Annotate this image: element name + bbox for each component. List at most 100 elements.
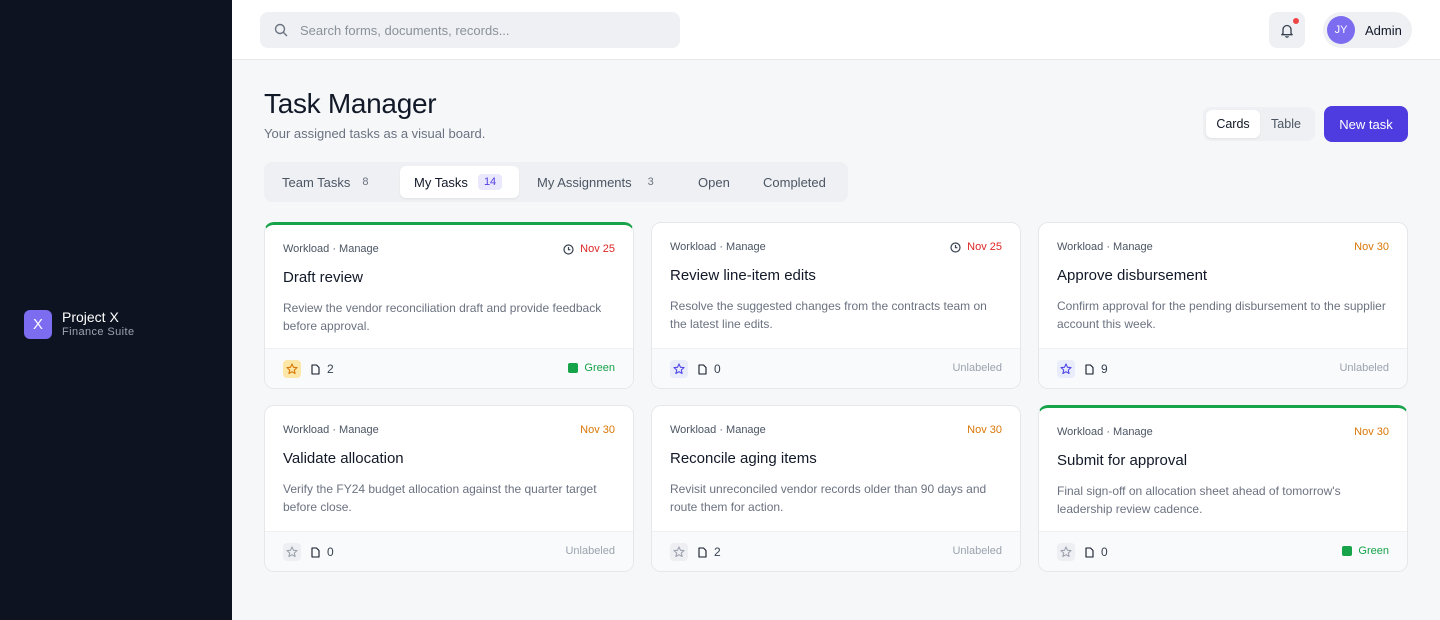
tab-team-tasks[interactable]: Team Tasks 8 [268, 166, 387, 198]
due-date: Nov 30 [1354, 426, 1389, 438]
attachment-count: 0 [1101, 545, 1108, 559]
attachment-count: 2 [327, 362, 334, 376]
document-icon [311, 546, 320, 558]
due-date-text: Nov 30 [1354, 241, 1389, 253]
attachments: 2 [698, 545, 721, 559]
tab-my-tasks[interactable]: My Tasks 14 [400, 166, 519, 198]
notification-dot [1292, 17, 1300, 25]
brand-name: Project X [62, 309, 119, 325]
task-card[interactable]: Workload · Manage Nov 30 Submit for appr… [1038, 405, 1408, 572]
document-icon [698, 363, 707, 375]
attachments: 0 [1085, 545, 1108, 559]
due-date-text: Nov 30 [1354, 426, 1389, 438]
label-text: Unlabeled [1339, 362, 1389, 374]
new-task-button[interactable]: New task [1324, 106, 1408, 142]
tab-open[interactable]: Open [684, 166, 748, 198]
tab-count: 14 [477, 174, 503, 190]
view-toggle: Cards Table [1203, 107, 1315, 141]
label-text: Unlabeled [565, 545, 615, 557]
card-label: Green [1342, 545, 1389, 557]
attachments: 9 [1085, 362, 1108, 376]
attachment-count: 9 [1101, 362, 1108, 376]
star-button[interactable] [1057, 543, 1075, 561]
task-card[interactable]: Workload · Manage Nov 25 Draft review Re… [264, 222, 634, 389]
card-description: Final sign-off on allocation sheet ahead… [1057, 484, 1341, 516]
task-card[interactable]: Workload · Manage Nov 30 Reconcile aging… [651, 405, 1021, 572]
card-label: Green [568, 362, 615, 374]
task-card[interactable]: Workload · Manage Nov 30 Approve disburs… [1038, 222, 1408, 389]
card-title: Approve disbursement [1057, 267, 1208, 284]
notifications-button[interactable] [1269, 12, 1305, 48]
card-title: Review line-item edits [670, 267, 816, 284]
user-menu[interactable]: JY Admin [1323, 12, 1412, 48]
document-icon [311, 363, 320, 375]
tab-completed[interactable]: Completed [749, 166, 844, 198]
brand-logo: X [24, 309, 52, 339]
user-name: Admin [1365, 22, 1402, 38]
search-icon [274, 23, 288, 37]
page-title: Task Manager [264, 88, 437, 119]
card-label: Unlabeled [1339, 362, 1389, 374]
card-footer: 9 Unlabeled [1039, 348, 1407, 388]
tab-my-assignments[interactable]: My Assignments 3 [523, 166, 673, 198]
due-date-text: Nov 25 [580, 243, 615, 255]
due-date: Nov 25 [563, 243, 615, 255]
task-card[interactable]: Workload · Manage Nov 25 Review line-ite… [651, 222, 1021, 389]
document-icon [698, 546, 707, 558]
star-button[interactable] [670, 543, 688, 561]
due-date: Nov 25 [950, 241, 1002, 253]
card-meta: Workload · Manage [1057, 241, 1153, 253]
star-button[interactable] [283, 543, 301, 561]
card-footer: 2 Green [265, 348, 633, 388]
due-date: Nov 30 [967, 424, 1002, 436]
attachment-count: 0 [327, 545, 334, 559]
attachments: 2 [311, 362, 334, 376]
attachments: 0 [311, 545, 334, 559]
tab-label: Open [698, 174, 730, 190]
star-icon [286, 546, 298, 558]
label-text: Unlabeled [952, 545, 1002, 557]
star-icon [673, 363, 685, 375]
star-button[interactable] [283, 360, 301, 378]
tab-label: Team Tasks [282, 174, 351, 190]
bell-icon [1281, 24, 1293, 38]
search-box[interactable] [260, 12, 680, 48]
card-footer: 0 Green [1039, 531, 1407, 571]
card-label: Unlabeled [952, 545, 1002, 557]
top-bar: JY Admin [232, 0, 1440, 60]
label-text: Unlabeled [952, 362, 1002, 374]
attachment-count: 2 [714, 545, 721, 559]
clock-icon [563, 243, 574, 255]
search-input[interactable] [300, 22, 660, 38]
cards-view-button[interactable]: Cards [1206, 110, 1260, 138]
clock-icon [950, 241, 961, 253]
card-title: Validate allocation [283, 450, 404, 467]
page-subtitle: Your assigned tasks as a visual board. [264, 126, 486, 141]
star-icon [286, 363, 298, 375]
due-date: Nov 30 [580, 424, 615, 436]
star-button[interactable] [1057, 360, 1075, 378]
table-view-button[interactable]: Table [1260, 110, 1312, 138]
card-title: Draft review [283, 269, 364, 286]
tab-label: My Assignments [537, 174, 632, 190]
card-label: Unlabeled [952, 362, 1002, 374]
attachments: 0 [698, 362, 721, 376]
attachment-count: 0 [714, 362, 721, 376]
task-tabs: Team Tasks 8 My Tasks 14 My Assignments … [264, 162, 848, 202]
card-title: Submit for approval [1057, 452, 1188, 469]
brand-subtitle: Finance Suite [62, 326, 135, 338]
due-date-text: Nov 30 [580, 424, 615, 436]
card-footer: 0 Unlabeled [265, 531, 633, 571]
star-button[interactable] [670, 360, 688, 378]
task-card[interactable]: Workload · Manage Nov 30 Validate alloca… [264, 405, 634, 572]
tab-label: Completed [763, 174, 826, 190]
card-label: Unlabeled [565, 545, 615, 557]
card-meta: Workload · Manage [670, 424, 766, 436]
card-description: Revisit unreconciled vendor records olde… [670, 482, 987, 514]
brand[interactable]: X Project X Finance Suite [24, 309, 134, 339]
card-meta: Workload · Manage [283, 424, 379, 436]
star-icon [673, 546, 685, 558]
card-footer: 0 Unlabeled [652, 348, 1020, 388]
avatar: JY [1327, 16, 1355, 44]
card-meta: Workload · Manage [670, 241, 766, 253]
